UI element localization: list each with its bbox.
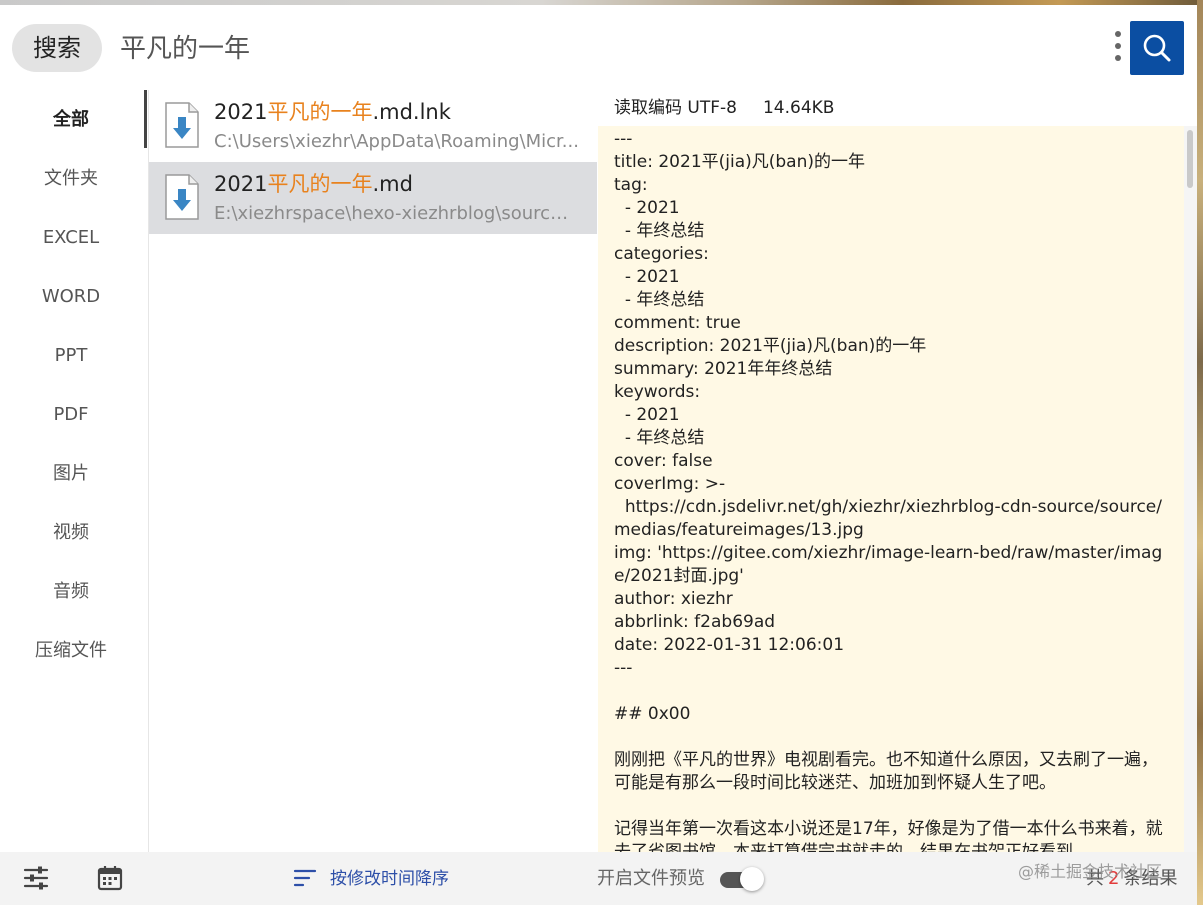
preview-encoding: 读取编码 UTF-8 [614, 98, 737, 118]
sort-order-button[interactable]: 按修改时间降序 [330, 866, 449, 892]
sidebar-item-all[interactable]: 全部 [0, 100, 142, 140]
preview-header: 读取编码 UTF-8 14.64KB [598, 90, 1197, 126]
sidebar-item-audio[interactable]: 音频 [0, 572, 142, 612]
sidebar-item-video[interactable]: 视频 [0, 513, 142, 553]
sidebar-item-word[interactable]: WORD [0, 277, 142, 317]
sidebar-item-archive[interactable]: 压缩文件 [0, 631, 142, 671]
sidebar-item-ppt[interactable]: PPT [0, 336, 142, 376]
sidebar-item-pdf[interactable]: PDF [0, 395, 142, 435]
result-path: C:\Users\xiezhr\AppData\Roaming\Micr... [214, 131, 579, 152]
sidebar-item-image[interactable]: 图片 [0, 454, 142, 494]
search-button[interactable] [1130, 21, 1184, 75]
preview-filesize: 14.64KB [762, 98, 835, 118]
sidebar-item-excel[interactable]: EXCEL [0, 218, 142, 258]
result-path: E:\xiezhrspace\hexo-xiezhrblog\source\_.… [214, 203, 579, 224]
file-shortcut-icon [165, 102, 199, 148]
preview-toggle-label: 开启文件预览 [597, 868, 705, 889]
filter-settings-icon[interactable] [22, 864, 50, 892]
status-bar: 按修改时间降序 开启文件预览 共 2 条结果 @稀土掘金技术社区 [0, 852, 1197, 905]
scrollbar-thumb[interactable] [1187, 130, 1193, 188]
file-download-icon [165, 174, 199, 220]
preview-toggle[interactable] [720, 867, 764, 891]
search-icon [1143, 34, 1171, 62]
preview-content: --- title: 2021平(jia)凡(ban)的一年 tag: - 20… [614, 129, 1163, 852]
category-sidebar: 全部 文件夹 EXCEL WORD PPT PDF 图片 视频 音频 压缩文件 [0, 90, 147, 852]
sidebar-active-indicator [144, 90, 147, 148]
toggle-knob [740, 867, 764, 891]
calendar-icon[interactable] [96, 864, 124, 892]
preview-scrollbar[interactable] [1184, 126, 1197, 852]
more-vert-icon[interactable] [1108, 31, 1128, 67]
results-list: 2021平凡的一年.md.lnk C:\Users\xiezhr\AppData… [149, 90, 597, 852]
background-strip-right [1197, 0, 1203, 905]
sidebar-item-folder[interactable]: 文件夹 [0, 159, 142, 199]
result-filename: 2021平凡的一年.md [214, 172, 413, 196]
preview-pane[interactable]: --- title: 2021平(jia)凡(ban)的一年 tag: - 20… [598, 126, 1184, 852]
result-filename: 2021平凡的一年.md.lnk [214, 100, 451, 124]
sort-icon[interactable] [293, 867, 317, 889]
search-input[interactable]: 平凡的一年 [120, 27, 1020, 71]
result-row-selected[interactable]: 2021平凡的一年.md E:\xiezhrspace\hexo-xiezhrb… [149, 162, 597, 234]
search-header: 搜索 平凡的一年 [0, 5, 1197, 90]
watermark: @稀土掘金技术社区 [1018, 862, 1163, 881]
search-mode-pill[interactable]: 搜索 [12, 24, 102, 72]
result-row[interactable]: 2021平凡的一年.md.lnk C:\Users\xiezhr\AppData… [149, 90, 597, 162]
